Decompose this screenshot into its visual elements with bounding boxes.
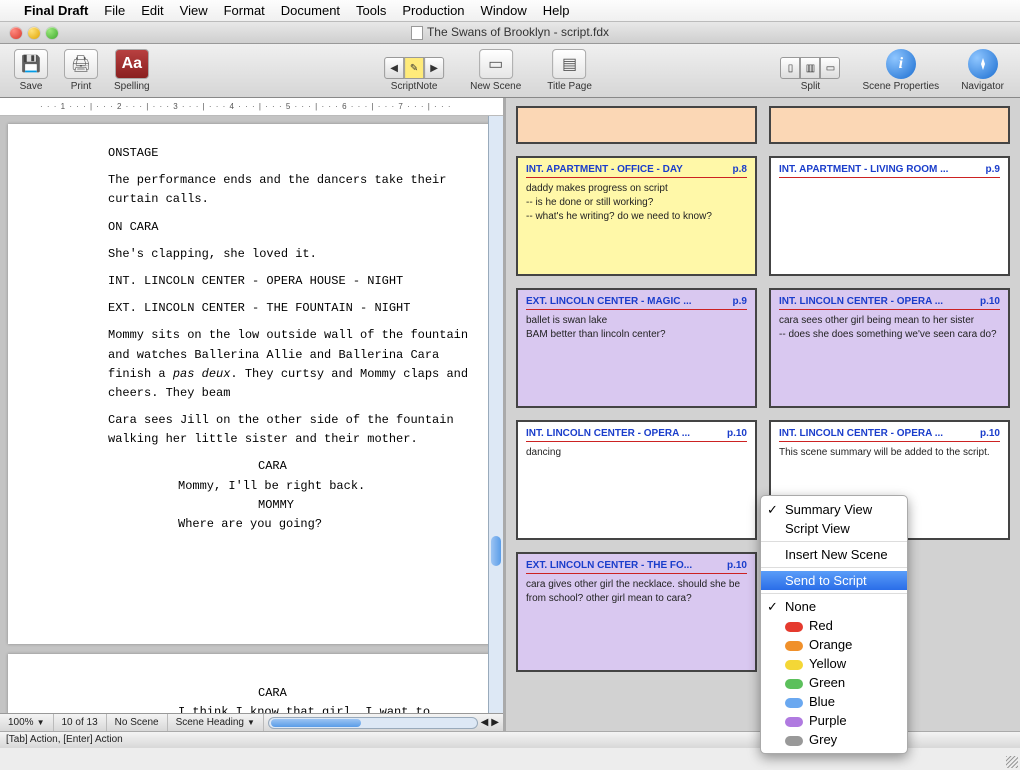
script-line[interactable]: CARA	[108, 457, 488, 476]
page-1[interactable]: ONSTAGE The performance ends and the danc…	[8, 124, 498, 644]
menu-file[interactable]: File	[104, 3, 125, 18]
card-body: daddy makes progress on script-- is he d…	[526, 182, 747, 224]
script-line[interactable]: Mommy, I'll be right back.	[108, 477, 488, 496]
card-header: EXT. LINCOLN CENTER - THE FO...p.10	[526, 560, 747, 574]
split-icon: ▯▥▭	[780, 57, 840, 79]
script-line[interactable]: CARA	[108, 684, 488, 703]
page-2[interactable]: CARAI think I know that girl, I want to …	[8, 654, 498, 713]
ctx-color-blue[interactable]: Blue	[761, 692, 907, 711]
page-area[interactable]: ONSTAGE The performance ends and the danc…	[0, 116, 503, 713]
scene-card[interactable]: INT. LINCOLN CENTER - OPERA ...p.10 cara …	[769, 288, 1010, 408]
scene-card[interactable]: EXT. LINCOLN CENTER - THE FO...p.10 cara …	[516, 552, 757, 672]
toolbar: 💾Save 🖨Print AaSpelling ◀✎▶ScriptNote ▭N…	[0, 44, 1020, 98]
card-header: EXT. LINCOLN CENTER - MAGIC ...p.9	[526, 296, 747, 310]
script-line[interactable]: The performance ends and the dancers tak…	[108, 171, 488, 209]
card-header: INT. APARTMENT - OFFICE - DAYp.8	[526, 164, 747, 178]
card-header: INT. LINCOLN CENTER - OPERA ...p.10	[779, 428, 1000, 442]
menu-window[interactable]: Window	[481, 3, 527, 18]
info-icon: i	[886, 49, 916, 79]
app-menu[interactable]: Final Draft	[24, 3, 88, 18]
card-body: cara gives other girl the necklace. shou…	[526, 578, 747, 606]
menu-document[interactable]: Document	[281, 3, 340, 18]
scene-card[interactable]	[516, 106, 757, 144]
titlepage-icon: ▤	[553, 49, 587, 79]
scene-card[interactable]: INT. APARTMENT - OFFICE - DAYp.8 daddy ma…	[516, 156, 757, 276]
zoom-select[interactable]: 100%▼	[0, 714, 54, 731]
horizontal-scrollbar[interactable]: ◀▶	[264, 717, 503, 729]
print-button[interactable]: 🖨Print	[58, 47, 104, 94]
card-header: INT. LINCOLN CENTER - OPERA ...p.10	[779, 296, 1000, 310]
element-select[interactable]: Scene Heading▼	[168, 714, 264, 731]
ctx-color-purple[interactable]: Purple	[761, 711, 907, 730]
scene-card[interactable]: EXT. LINCOLN CENTER - MAGIC ...p.9 ballet…	[516, 288, 757, 408]
resize-handle[interactable]	[1006, 756, 1018, 768]
menu-help[interactable]: Help	[543, 3, 570, 18]
ctx-color-green[interactable]: Green	[761, 673, 907, 692]
title-bar[interactable]: The Swans of Brooklyn - script.fdx	[0, 22, 1020, 44]
page-counter: 10 of 13	[54, 714, 107, 731]
scriptnote-button[interactable]: ◀✎▶ScriptNote	[378, 55, 450, 94]
split-button[interactable]: ▯▥▭Split	[774, 55, 846, 94]
titlepage-button[interactable]: ▤Title Page	[541, 47, 598, 94]
spelling-button[interactable]: AaSpelling	[108, 47, 156, 94]
compass-icon	[968, 49, 998, 79]
ctx-insert-scene[interactable]: Insert New Scene	[761, 545, 907, 564]
window-title: The Swans of Brooklyn - script.fdx	[0, 25, 1020, 40]
context-menu[interactable]: Summary View Script View Insert New Scen…	[760, 495, 908, 754]
script-line[interactable]: Where are you going?	[108, 515, 488, 534]
save-icon: 💾	[14, 49, 48, 79]
script-line[interactable]: ON CARA	[108, 218, 488, 237]
ctx-color-none[interactable]: None	[761, 597, 907, 616]
menu-production[interactable]: Production	[402, 3, 464, 18]
script-line[interactable]: INT. LINCOLN CENTER - OPERA HOUSE - NIGH…	[108, 272, 488, 291]
scene-select[interactable]: No Scene	[107, 714, 168, 731]
navigator-button[interactable]: Navigator	[955, 47, 1010, 94]
card-body: dancing	[526, 446, 747, 460]
scene-card[interactable]: INT. LINCOLN CENTER - OPERA ...p.10 danci…	[516, 420, 757, 540]
newscene-button[interactable]: ▭New Scene	[464, 47, 527, 94]
script-line[interactable]: ONSTAGE	[108, 144, 488, 163]
script-line[interactable]: EXT. LINCOLN CENTER - THE FOUNTAIN - NIG…	[108, 299, 488, 318]
menu-view[interactable]: View	[180, 3, 208, 18]
ctx-send-to-script[interactable]: Send to Script	[761, 571, 907, 590]
menu-format[interactable]: Format	[224, 3, 265, 18]
ctx-color-grey[interactable]: Grey	[761, 730, 907, 749]
script-line[interactable]: Cara sees Jill on the other side of the …	[108, 411, 488, 449]
footer-bar: 100%▼ 10 of 13 No Scene Scene Heading▼ ◀…	[0, 713, 503, 731]
ctx-color-red[interactable]: Red	[761, 616, 907, 635]
card-body: cara sees other girl being mean to her s…	[779, 314, 1000, 342]
ctx-color-orange[interactable]: Orange	[761, 635, 907, 654]
ctx-summary-view[interactable]: Summary View	[761, 500, 907, 519]
document-icon	[411, 26, 423, 40]
ctx-color-yellow[interactable]: Yellow	[761, 654, 907, 673]
ruler[interactable]: · · · 1 · · · | · · · 2 · · · | · · · 3 …	[0, 98, 503, 116]
script-line[interactable]: MOMMY	[108, 496, 488, 515]
script-pane: · · · 1 · · · | · · · 2 · · · | · · · 3 …	[0, 98, 506, 731]
scene-properties-button[interactable]: iScene Properties	[856, 47, 945, 94]
spelling-icon: Aa	[115, 49, 149, 79]
card-body: ballet is swan lakeBAM better than linco…	[526, 314, 747, 342]
menu-edit[interactable]: Edit	[141, 3, 163, 18]
scene-card[interactable]	[769, 106, 1010, 144]
save-button[interactable]: 💾Save	[8, 47, 54, 94]
script-line[interactable]: She's clapping, she loved it.	[108, 245, 488, 264]
vertical-scrollbar[interactable]	[488, 116, 503, 713]
card-header: INT. LINCOLN CENTER - OPERA ...p.10	[526, 428, 747, 442]
script-line[interactable]: I think I know that girl, I want to tell…	[108, 703, 488, 713]
card-header: INT. APARTMENT - LIVING ROOM ...p.9	[779, 164, 1000, 178]
print-icon: 🖨	[64, 49, 98, 79]
menu-tools[interactable]: Tools	[356, 3, 386, 18]
card-body: This scene summary will be added to the …	[779, 446, 1000, 460]
ctx-script-view[interactable]: Script View	[761, 519, 907, 538]
scroll-thumb[interactable]	[491, 536, 501, 566]
scene-card[interactable]: INT. APARTMENT - LIVING ROOM ...p.9	[769, 156, 1010, 276]
script-line[interactable]: Mommy sits on the low outside wall of th…	[108, 326, 488, 403]
newscene-icon: ▭	[479, 49, 513, 79]
menubar[interactable]: Final Draft File Edit View Format Docume…	[0, 0, 1020, 22]
